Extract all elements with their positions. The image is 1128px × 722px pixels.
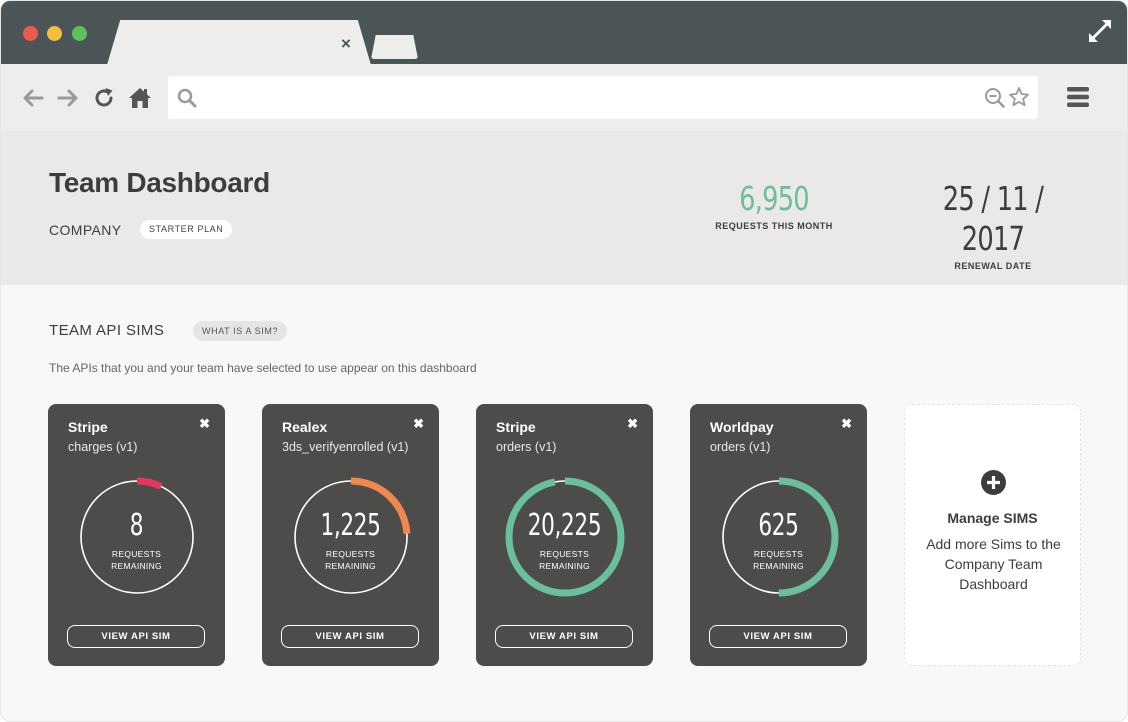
close-icon[interactable]: ✖ bbox=[413, 416, 424, 432]
requests-remaining-label: REQUESTS REMAINING bbox=[111, 549, 162, 571]
what-is-a-sim-button[interactable]: WHAT IS A SIM? bbox=[193, 321, 288, 341]
new-tab-button[interactable] bbox=[371, 35, 418, 59]
requests-remaining-value: 1,225 bbox=[320, 508, 381, 543]
requests-remaining-label: REQUESTS REMAINING bbox=[325, 549, 376, 571]
search-icon bbox=[177, 88, 197, 108]
requests-this-month-value: 6,950 bbox=[739, 179, 810, 218]
back-arrow-icon[interactable] bbox=[21, 86, 45, 110]
manage-sims-title: Manage SIMS bbox=[947, 510, 1038, 526]
browser-toolbar bbox=[1, 64, 1127, 131]
api-sim-card: Stripe orders (v1) ✖ 20,225 REQUESTS REM… bbox=[476, 404, 653, 666]
minimize-window-button[interactable] bbox=[47, 26, 62, 41]
plan-badge: STARTER PLAN bbox=[140, 220, 233, 239]
requests-this-month-label: REQUESTS THIS MONTH bbox=[715, 221, 833, 231]
requests-remaining-value: 20,225 bbox=[527, 508, 602, 543]
api-sim-card: Stripe charges (v1) ✖ 8 REQUESTS REMAINI… bbox=[48, 404, 225, 666]
reload-icon[interactable] bbox=[92, 86, 116, 110]
page-title: Team Dashboard bbox=[49, 167, 270, 198]
renewal-stat: 25 / 11 / 2017 RENEWAL DATE bbox=[907, 179, 1079, 271]
card-api-name: Worldpay bbox=[710, 419, 774, 435]
close-icon[interactable]: ✖ bbox=[627, 416, 638, 432]
card-endpoint: charges (v1) bbox=[68, 440, 138, 454]
card-endpoint: orders (v1) bbox=[496, 440, 557, 454]
api-sim-card: Worldpay orders (v1) ✖ 625 REQUESTS REMA… bbox=[690, 404, 867, 666]
browser-tab-active[interactable] bbox=[107, 20, 371, 65]
api-sim-card: Realex 3ds_verifyenrolled (v1) ✖ 1,225 R… bbox=[262, 404, 439, 666]
zoom-out-icon[interactable] bbox=[984, 87, 1006, 109]
section-description: The APIs that you and your team have sel… bbox=[49, 361, 477, 375]
dashboard-header: Team Dashboard COMPANY STARTER PLAN 6,95… bbox=[1, 131, 1127, 285]
forward-arrow-icon[interactable] bbox=[56, 86, 80, 110]
card-api-name: Stripe bbox=[496, 419, 536, 435]
home-icon[interactable] bbox=[128, 86, 152, 110]
close-icon[interactable]: ✖ bbox=[841, 416, 852, 432]
address-bar[interactable] bbox=[168, 76, 1038, 119]
requests-stat: 6,950 REQUESTS THIS MONTH bbox=[704, 179, 844, 231]
requests-remaining-label: REQUESTS REMAINING bbox=[539, 549, 590, 571]
requests-remaining-value: 625 bbox=[758, 508, 799, 543]
browser-window: × Team Dashboard COMPANY STARTER PLAN 6,… bbox=[0, 0, 1128, 722]
card-api-name: Realex bbox=[282, 419, 328, 435]
close-icon[interactable]: ✖ bbox=[199, 416, 210, 432]
add-circle-icon[interactable] bbox=[981, 470, 1006, 495]
renewal-date-value: 25 / 11 / 2017 bbox=[942, 179, 1044, 258]
card-endpoint: orders (v1) bbox=[710, 440, 771, 454]
browser-titlebar: × bbox=[1, 1, 1127, 65]
fullscreen-expand-icon[interactable] bbox=[1087, 18, 1113, 44]
view-api-sim-button[interactable]: VIEW API SIM bbox=[281, 625, 419, 648]
manage-sims-description: Add more Sims to the Company Team Dashbo… bbox=[926, 536, 1061, 592]
card-endpoint: 3ds_verifyenrolled (v1) bbox=[282, 440, 409, 454]
manage-sims-card[interactable]: Manage SIMS Add more Sims to the Company… bbox=[904, 404, 1081, 666]
view-api-sim-button[interactable]: VIEW API SIM bbox=[709, 625, 847, 648]
requests-remaining-value: 8 bbox=[129, 508, 144, 543]
view-api-sim-button[interactable]: VIEW API SIM bbox=[495, 625, 633, 648]
maximize-window-button[interactable] bbox=[72, 26, 87, 41]
bookmark-star-icon[interactable] bbox=[1008, 86, 1030, 108]
requests-remaining-label: REQUESTS REMAINING bbox=[753, 549, 804, 571]
tab-close-icon[interactable]: × bbox=[341, 35, 351, 52]
section-title: TEAM API SIMS bbox=[49, 322, 165, 339]
hamburger-menu-icon[interactable] bbox=[1067, 85, 1089, 109]
company-name: COMPANY bbox=[49, 222, 122, 238]
close-window-button[interactable] bbox=[23, 26, 38, 41]
card-api-name: Stripe bbox=[68, 419, 108, 435]
renewal-date-label: RENEWAL DATE bbox=[954, 261, 1032, 271]
view-api-sim-button[interactable]: VIEW API SIM bbox=[67, 625, 205, 648]
